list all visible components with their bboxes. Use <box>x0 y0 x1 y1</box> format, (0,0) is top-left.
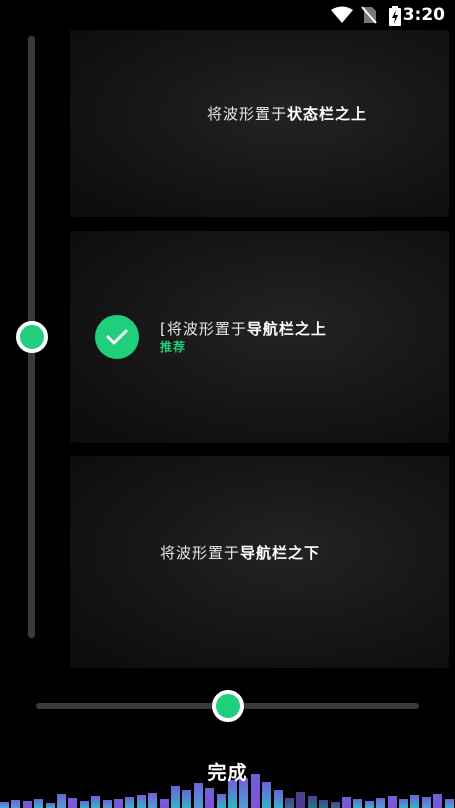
option-above-status-bar[interactable]: 将波形置于状态栏之上 <box>70 30 449 217</box>
visualizer-bar <box>273 790 283 808</box>
visualizer-bar <box>159 799 169 808</box>
visualizer-bar <box>410 795 420 808</box>
visualizer-bar <box>262 782 272 808</box>
visualizer-bar <box>91 796 101 808</box>
visualizer-bar <box>444 799 454 808</box>
visualizer-bar <box>307 796 317 808</box>
visualizer-bar <box>22 801 32 808</box>
visualizer-bar <box>364 801 374 808</box>
visualizer-bar <box>125 797 135 808</box>
visualizer-bar <box>399 799 408 808</box>
option-label: [将波形置于导航栏之上 <box>160 320 327 338</box>
option-above-navigation-bar[interactable]: [将波形置于导航栏之上 推荐 <box>70 231 449 443</box>
visualizer-bar <box>182 790 192 808</box>
option-below-navigation-bar[interactable]: 将波形置于导航栏之下 <box>70 456 449 668</box>
visualizer-bar <box>79 801 89 808</box>
visualizer-bar <box>342 797 351 808</box>
visualizer-bar <box>45 803 55 808</box>
visualizer-bar <box>102 800 112 808</box>
visualizer-bar <box>433 794 443 808</box>
option-label: 将波形置于导航栏之下 <box>160 544 321 562</box>
done-button[interactable]: 完成 <box>0 758 455 785</box>
checkmark-icon <box>95 315 139 359</box>
visualizer-bar <box>0 802 9 808</box>
clock-time: 3:20 <box>402 5 445 25</box>
visualizer-bar <box>285 798 294 808</box>
visualizer-bar <box>148 793 158 808</box>
visualizer-bar <box>57 794 66 808</box>
wifi-icon <box>331 6 353 23</box>
visualizer-bar <box>114 799 123 808</box>
visualizer-bar <box>376 798 386 808</box>
visualizer-bar <box>34 799 44 808</box>
recommended-badge: 推荐 <box>160 340 187 354</box>
visualizer-bar <box>11 800 21 808</box>
visualizer-bar <box>68 798 78 808</box>
visualizer-bar <box>216 794 226 808</box>
visualizer-bar <box>171 786 180 808</box>
no-sim-icon <box>361 6 377 24</box>
status-bar: 3:20 <box>0 0 455 30</box>
horizontal-slider-thumb[interactable] <box>212 690 244 722</box>
visualizer-bar <box>421 797 431 808</box>
battery-charging-icon <box>389 6 401 26</box>
visualizer-bar <box>193 783 203 808</box>
visualizer-bar <box>353 799 363 808</box>
visualizer-bar <box>296 792 306 808</box>
visualizer-bar <box>136 795 146 808</box>
visualizer-bar <box>387 796 397 808</box>
visualizer-bar <box>205 788 215 808</box>
visualizer-bar <box>319 800 329 808</box>
visualizer-bar <box>330 802 340 808</box>
option-label: 将波形置于状态栏之上 <box>207 105 368 123</box>
vertical-position-slider-thumb[interactable] <box>16 321 48 353</box>
